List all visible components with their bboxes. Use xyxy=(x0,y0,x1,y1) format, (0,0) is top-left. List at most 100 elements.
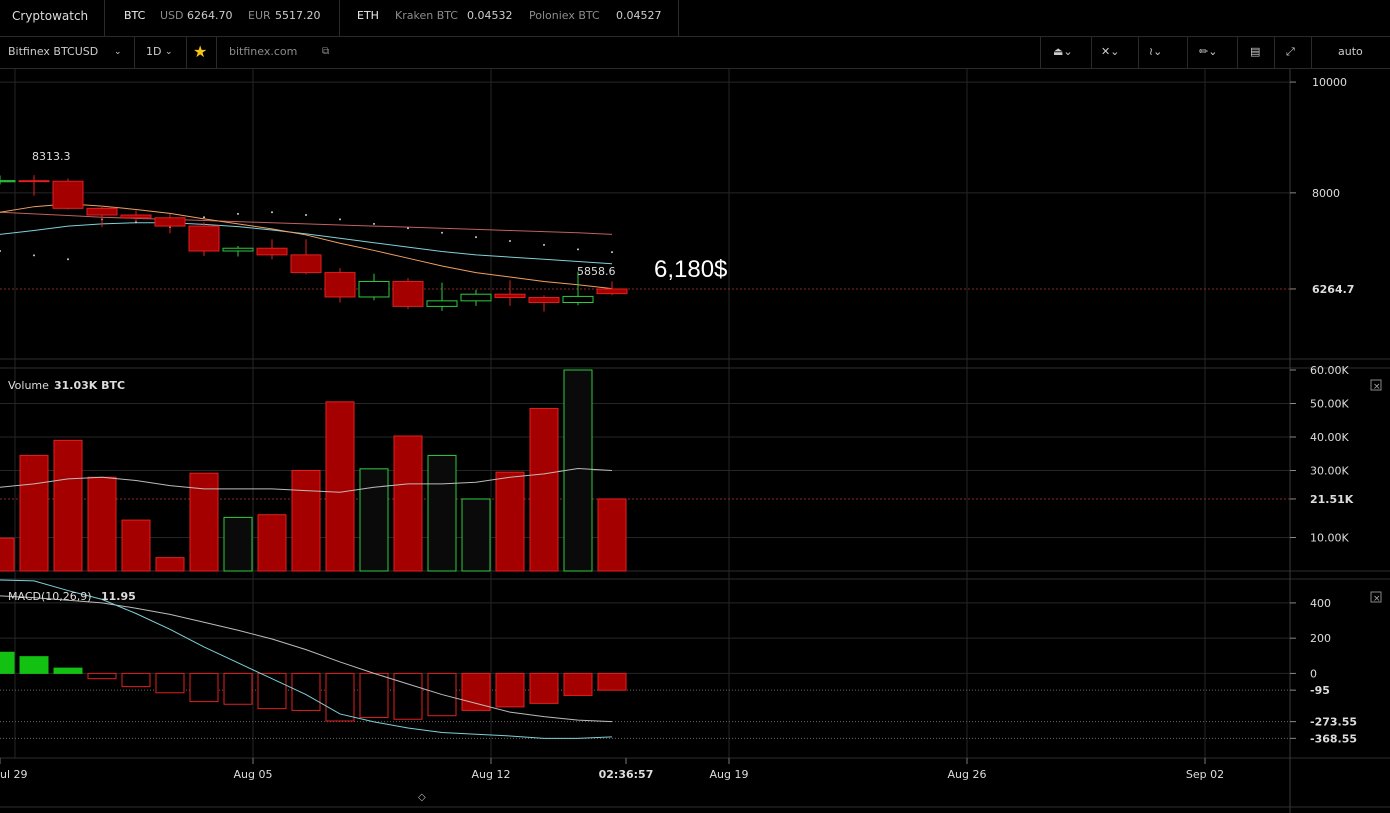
volume-bar xyxy=(291,470,321,572)
y-tick-label: 10000 xyxy=(1312,76,1347,89)
y-tick-label: 21.51K xyxy=(1310,493,1354,506)
macd-title: MACD(10,26,9) xyxy=(8,590,92,603)
psar-dot xyxy=(441,231,443,234)
macd-histogram-bar xyxy=(19,656,49,674)
chevron-down-icon: ⌄ xyxy=(165,47,173,57)
close-icon: × xyxy=(1373,594,1381,604)
candle-body xyxy=(52,180,84,209)
chevron-down-icon: ⌄ xyxy=(114,47,122,57)
volume-bar xyxy=(529,408,559,572)
x-tick-label: Aug 19 xyxy=(710,768,749,781)
ticker-bar: Cryptowatch BTC USD 6264.70 EUR 5517.20 … xyxy=(0,0,1390,37)
exchange-link[interactable]: bitfinex.com ⧉ xyxy=(217,37,347,68)
psar-dot xyxy=(203,216,205,219)
x-tick-label: ul 29 xyxy=(0,768,28,781)
x-tick-label: Aug 05 xyxy=(234,768,273,781)
candle-body xyxy=(154,217,186,227)
macd-histogram-bar xyxy=(461,672,491,711)
y-tick-label: 0 xyxy=(1310,667,1317,680)
chart-window-button[interactable]: ▤ xyxy=(1238,37,1275,68)
macd-histogram-bar xyxy=(359,672,389,718)
fullscreen-button[interactable]: ⤢ xyxy=(1275,37,1312,68)
eth-ticker[interactable]: ETH Kraken BTC 0.04532 Poloniex BTC 0.04… xyxy=(340,0,679,36)
studies-button[interactable]: ≀⌄ xyxy=(1139,37,1188,68)
drawing-button[interactable]: ✏⌄ xyxy=(1188,37,1238,68)
close-icon: × xyxy=(1373,382,1381,392)
candle-body xyxy=(392,280,424,307)
candle-body xyxy=(86,207,118,216)
macd-histogram-bar xyxy=(189,672,219,703)
volume-bar xyxy=(53,439,83,572)
chart-type-button[interactable]: ⏏⌄ xyxy=(1040,37,1092,68)
brand-name[interactable]: Cryptowatch xyxy=(12,0,88,32)
close-volume-pane-button[interactable]: × xyxy=(1370,379,1382,392)
eth-kraken-label: Kraken BTC xyxy=(395,9,458,22)
macd-histogram-bar xyxy=(0,651,15,674)
volume-bar xyxy=(223,516,253,572)
volume-bar xyxy=(0,537,15,572)
volume-bar xyxy=(155,557,185,572)
period-label: 1D xyxy=(146,45,162,58)
candle-body xyxy=(358,280,390,298)
y-tick-label: -95 xyxy=(1310,684,1330,697)
y-tick-label: -368.55 xyxy=(1310,732,1357,745)
period-selector[interactable]: 1D ⌄ xyxy=(135,37,187,68)
star-icon: ★ xyxy=(193,42,208,61)
scale-button[interactable]: auto xyxy=(1312,37,1390,68)
candle-body xyxy=(120,214,152,219)
x-tick-label: Sep 02 xyxy=(1186,768,1224,781)
volume-bar xyxy=(359,468,389,572)
low-annotation: 5858.6 xyxy=(577,265,616,278)
chart-toolbar: Bitfinex BTCUSD ⌄ 1D ⌄ ★ bitfinex.com ⧉ … xyxy=(0,37,1390,69)
candle-body xyxy=(324,272,356,298)
psar-dot xyxy=(339,218,341,221)
eth-poloniex-price: 0.04527 xyxy=(616,9,662,22)
brand-cell[interactable]: Cryptowatch xyxy=(0,0,105,36)
volume-value: 31.03K BTC xyxy=(54,379,125,392)
psar-dot xyxy=(577,248,579,251)
exchange-site: bitfinex.com xyxy=(229,45,298,58)
market-label: Bitfinex BTCUSD xyxy=(8,45,99,58)
favorite-button[interactable]: ★ xyxy=(187,37,217,68)
psar-dot xyxy=(237,212,239,215)
y-tick-label: 10.00K xyxy=(1310,532,1349,545)
close-macd-pane-button[interactable]: × xyxy=(1370,591,1382,604)
scroll-handle-icon[interactable]: ◇ xyxy=(418,792,426,803)
candle-body xyxy=(188,225,220,252)
btc-symbol: BTC xyxy=(124,9,146,22)
candle-body xyxy=(256,247,288,256)
candle-body xyxy=(222,247,254,252)
market-selector[interactable]: Bitfinex BTCUSD ⌄ xyxy=(0,37,135,68)
candle-body xyxy=(562,295,594,304)
psar-dot xyxy=(305,214,307,216)
price-chart[interactable]: 10000 8000 6264.7 60.00K 50.00K 40.00K 30.00K 2… xyxy=(0,69,1390,813)
volume-bar xyxy=(427,454,457,572)
btc-ticker[interactable]: BTC USD 6264.70 EUR 5517.20 xyxy=(105,0,340,36)
psar-dot xyxy=(475,236,477,239)
volume-bar xyxy=(19,454,49,572)
volume-title: Volume xyxy=(8,379,49,392)
candle-body xyxy=(18,180,50,183)
eth-kraken-price: 0.04532 xyxy=(467,9,513,22)
indicators-button[interactable]: ✕⌄ xyxy=(1091,37,1139,68)
btc-usd-label: USD xyxy=(160,9,184,22)
grid-lines xyxy=(0,69,1290,758)
y-tick-label: 50.00K xyxy=(1310,398,1349,411)
btc-eur-label: EUR xyxy=(248,9,271,22)
y-tick-label: 40.00K xyxy=(1310,431,1349,444)
psar-dot xyxy=(611,251,613,254)
candle-body xyxy=(290,254,322,274)
macd-histogram-bar xyxy=(563,672,593,696)
y-tick-label: -273.55 xyxy=(1310,716,1357,729)
btc-eur-price: 5517.20 xyxy=(275,9,321,22)
macd-pane xyxy=(0,579,1290,739)
candle-body xyxy=(528,297,560,304)
candle-body xyxy=(494,293,526,299)
expand-icon: ⤢ xyxy=(1286,45,1295,58)
macd-histogram-bar xyxy=(53,667,83,674)
y-tick-label: 8000 xyxy=(1312,187,1340,200)
psar-dot xyxy=(509,240,511,243)
candle-body xyxy=(426,300,458,307)
psar-dot xyxy=(0,250,1,252)
y-tick-label: 60.00K xyxy=(1310,364,1349,377)
